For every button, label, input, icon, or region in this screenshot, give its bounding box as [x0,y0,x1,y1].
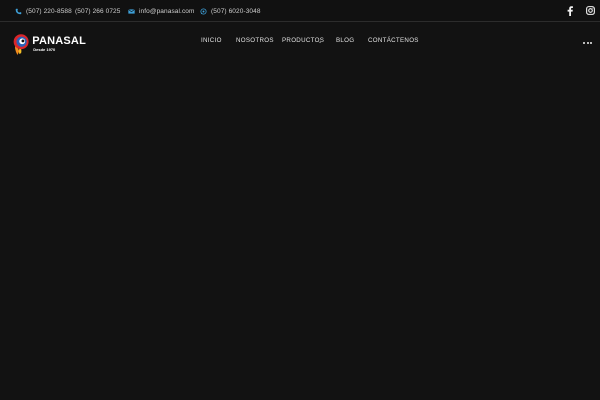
instagram-icon [585,6,595,15]
site-logo[interactable]: PANASAL Desde 1970 [12,31,86,57]
facebook-link[interactable] [565,5,575,16]
phone-link-2[interactable]: (507) 266 0725 [75,5,121,17]
nav-item-inicio[interactable]: INICIO [201,37,222,47]
nav-item-nosotros[interactable]: NOSOTROS [236,37,274,47]
nav-item-blog[interactable]: BLOG [336,37,354,47]
site-header: PANASAL Desde 1970 INICIO NOSOTROS PRODU… [0,22,600,64]
instagram-link[interactable] [585,5,595,16]
whatsapp-text: (507) 6020-3048 [211,7,261,15]
more-menu-button[interactable] [583,41,593,45]
logo-badge-icon [13,34,29,55]
phone-link-1[interactable]: (507) 220-8588 [15,5,72,17]
dot-icon [590,42,592,44]
main-content-area [0,64,600,400]
whatsapp-icon [200,7,207,15]
logo-tagline: Desde 1970 [33,47,56,52]
email-text: info@panasal.com [139,7,195,15]
whatsapp-link[interactable]: (507) 6020-3048 [200,5,261,17]
facebook-icon [567,5,573,16]
dot-icon [586,42,589,44]
chevron-down-icon[interactable]: ⌄ [318,39,322,45]
dot-icon [583,42,585,44]
phone-icon [15,8,22,14]
top-contact-bar: (507) 220-8588 (507) 266 0725 info@panas… [0,0,600,22]
nav-item-contactenos[interactable]: CONTÁCTENOS [368,37,419,47]
phone-2-text: (507) 266 0725 [75,7,121,15]
envelope-icon [128,8,135,14]
logo-name: PANASAL [32,35,86,47]
email-link[interactable]: info@panasal.com [128,5,195,17]
phone-1-text: (507) 220-8588 [26,7,72,15]
